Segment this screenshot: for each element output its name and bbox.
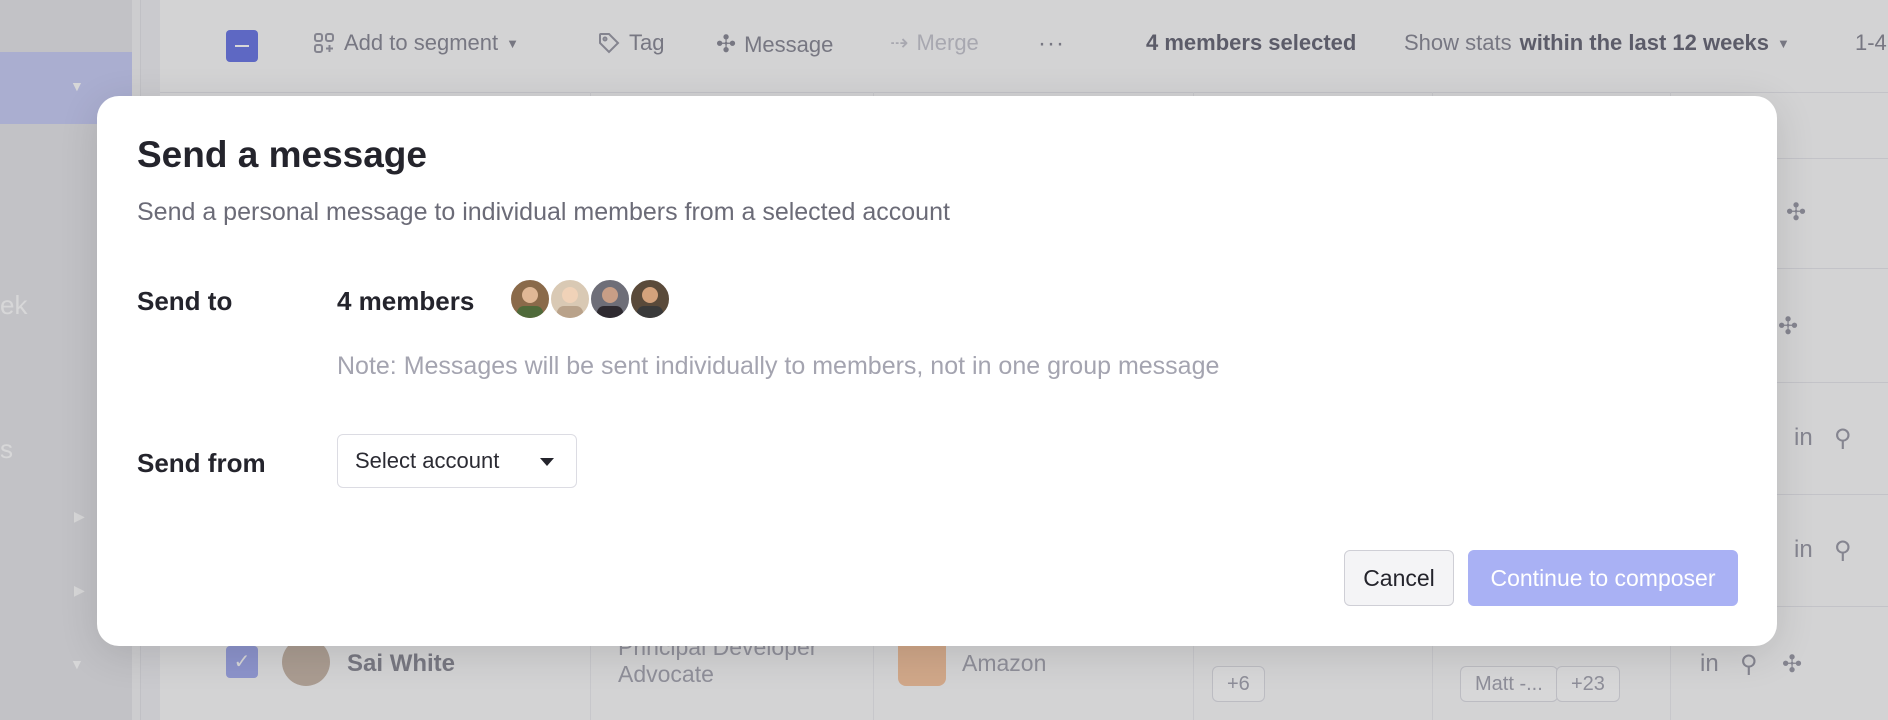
member-avatars bbox=[509, 278, 671, 320]
send-from-label: Send from bbox=[137, 448, 266, 478]
avatar bbox=[589, 278, 631, 320]
avatar bbox=[629, 278, 671, 320]
account-select-value: Select account bbox=[355, 448, 500, 473]
avatar bbox=[549, 278, 591, 320]
chevron-down-icon bbox=[540, 458, 554, 466]
send-message-dialog: Send a message Send a personal message t… bbox=[97, 96, 1777, 646]
account-select[interactable]: Select account bbox=[337, 434, 577, 488]
continue-to-composer-button[interactable]: Continue to composer bbox=[1468, 550, 1738, 606]
avatar bbox=[509, 278, 551, 320]
dialog-subtitle: Send a personal message to individual me… bbox=[137, 198, 950, 226]
cancel-button[interactable]: Cancel bbox=[1344, 550, 1454, 606]
dialog-title: Send a message bbox=[137, 134, 427, 175]
members-count: 4 members bbox=[337, 286, 475, 316]
group-message-note: Note: Messages will be sent individually… bbox=[337, 352, 1220, 380]
send-to-label: Send to bbox=[137, 286, 233, 316]
